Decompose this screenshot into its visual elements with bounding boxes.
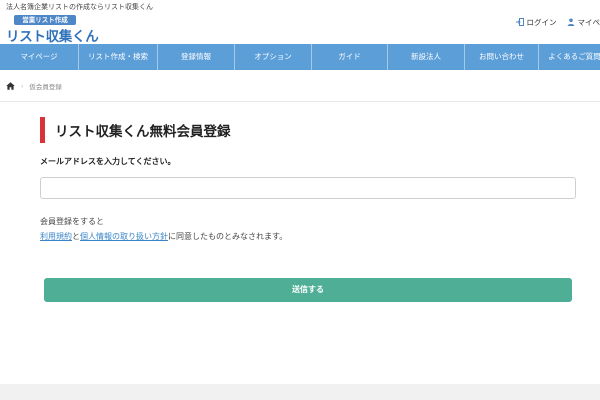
mypage-link-label: マイペ [577, 17, 600, 27]
consent-note-line1: 会員登録をすると [40, 217, 104, 226]
consent-note-line2: 利用規約と個人情報の取り扱い方針に同意したものとみなされます。 [40, 231, 287, 242]
page-title: リスト収集くん無料会員登録 [55, 124, 231, 140]
consent-suffix: に同意したものとみなされます。 [168, 232, 288, 241]
breadcrumb-separator: › [21, 82, 24, 90]
title-accent-bar [40, 117, 45, 143]
login-icon [515, 18, 524, 26]
breadcrumb: › 仮会員登録 [6, 80, 62, 92]
nav-item-list-create[interactable]: リスト作成・検索 [78, 44, 157, 70]
privacy-policy-link[interactable]: 個人情報の取り扱い方針 [80, 232, 168, 241]
terms-link[interactable]: 利用規約 [40, 232, 72, 241]
home-icon[interactable] [6, 82, 15, 90]
header-divider [0, 101, 600, 102]
site-tagline: 法人名簿企業リストの作成ならリスト収集くん [6, 3, 153, 11]
logo-badge: 営業リスト作成 [14, 15, 76, 25]
nav-item-registration-info[interactable]: 登録情報 [157, 44, 234, 70]
main-nav: マイページ リスト作成・検索 登録情報 オプション ガイド 新設法人 お問い合わ… [0, 44, 600, 70]
mypage-link[interactable]: マイペ [567, 17, 600, 28]
site-logo[interactable]: 営業リスト作成 リスト収集くん [6, 14, 99, 45]
footer-band [0, 384, 600, 400]
header-links: ログイン マイペ [506, 15, 600, 29]
page-title-block: リスト収集くん無料会員登録 [40, 117, 231, 143]
login-link-label: ログイン [526, 17, 557, 27]
nav-item-mypage[interactable]: マイページ [0, 44, 78, 70]
login-link[interactable]: ログイン [515, 17, 557, 28]
nav-item-faq[interactable]: よくあるご質問 [538, 44, 600, 70]
email-label: メールアドレスを入力してください。 [40, 157, 176, 166]
breadcrumb-current: 仮会員登録 [29, 83, 62, 91]
email-field[interactable] [40, 177, 576, 199]
consent-and: と [72, 232, 80, 241]
nav-item-new-corporations[interactable]: 新設法人 [387, 44, 464, 70]
nav-item-options[interactable]: オプション [234, 44, 311, 70]
user-icon [567, 18, 574, 26]
nav-item-contact[interactable]: お問い合わせ [464, 44, 538, 70]
logo-text: リスト収集くん [6, 29, 99, 45]
submit-button[interactable]: 送信する [44, 278, 572, 302]
nav-item-guide[interactable]: ガイド [311, 44, 387, 70]
